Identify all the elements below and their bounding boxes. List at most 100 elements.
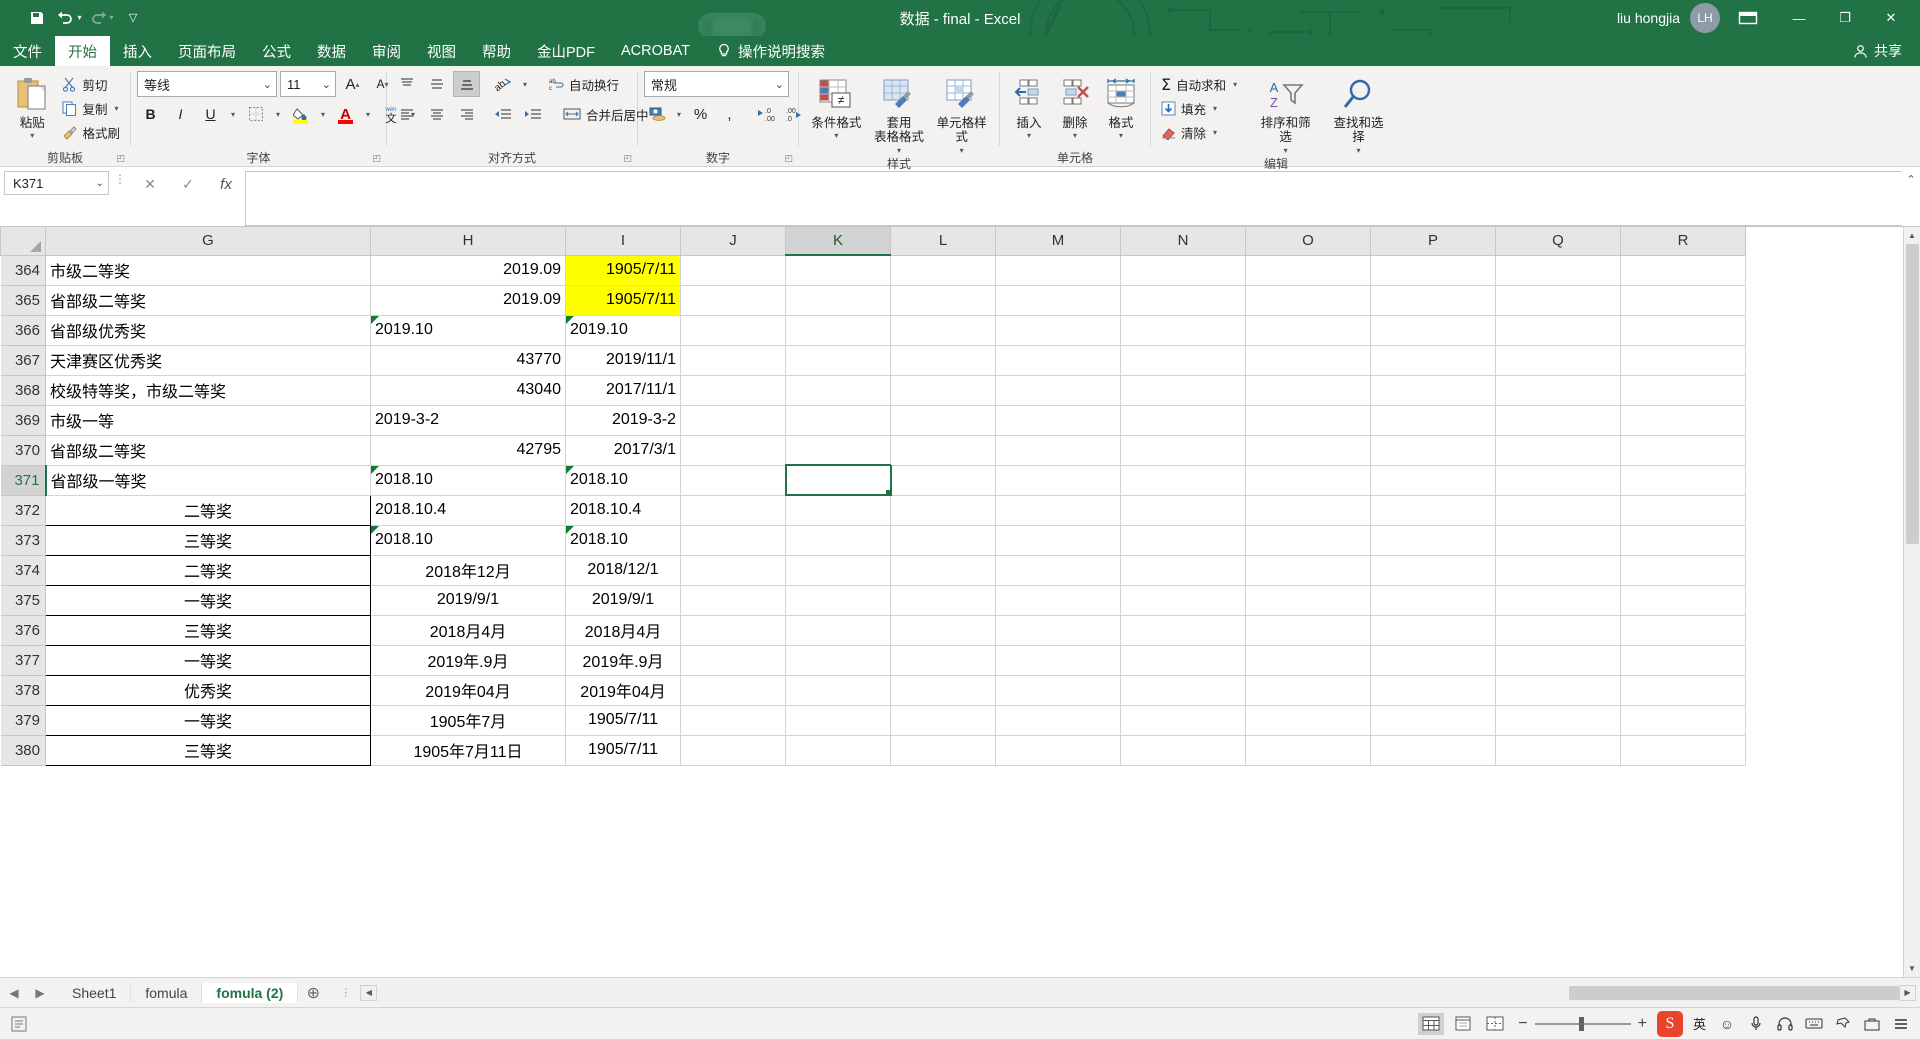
cell-O372[interactable] [1245, 494, 1371, 526]
cell-J369[interactable] [680, 404, 786, 436]
clear-button[interactable]: 清除 ▾ [1157, 121, 1241, 144]
cell-Q369[interactable] [1495, 404, 1621, 436]
column-header-M[interactable]: M [995, 227, 1121, 256]
row-header-365[interactable]: 365 [0, 284, 46, 316]
select-all-button[interactable] [0, 227, 46, 256]
page-break-view-icon[interactable] [1482, 1013, 1508, 1035]
cell-I378[interactable]: 2019年04月 [565, 674, 681, 706]
cell-H364[interactable]: 2019.09 [370, 254, 566, 286]
cell-Q376[interactable] [1495, 614, 1621, 646]
insert-cells-caret[interactable]: ▾ [1027, 131, 1031, 140]
cell-Q368[interactable] [1495, 374, 1621, 406]
menu-icon[interactable] [1890, 1013, 1912, 1035]
cell-M364[interactable] [995, 254, 1121, 286]
cell-P377[interactable] [1370, 644, 1496, 676]
cell-L374[interactable] [890, 554, 996, 586]
cell-N376[interactable] [1120, 614, 1246, 646]
cell-J364[interactable] [680, 254, 786, 286]
cell-K374[interactable] [785, 554, 891, 586]
cell-K372[interactable] [785, 494, 891, 526]
cell-Q366[interactable] [1495, 314, 1621, 346]
cell-I373[interactable]: 2018.10 [565, 524, 681, 556]
save-icon[interactable] [22, 5, 52, 31]
cell-M380[interactable] [995, 734, 1121, 766]
zoom-track[interactable] [1534, 1016, 1631, 1031]
cell-Q375[interactable] [1495, 584, 1621, 616]
cell-G376[interactable]: 三等奖 [45, 614, 371, 646]
cell-O376[interactable] [1245, 614, 1371, 646]
zoom-out-button[interactable]: − [1518, 1015, 1527, 1033]
cell-O366[interactable] [1245, 314, 1371, 346]
cell-L369[interactable] [890, 404, 996, 436]
cell-H365[interactable]: 2019.09 [370, 284, 566, 316]
cell-P371[interactable] [1370, 464, 1496, 496]
zoom-thumb[interactable] [1578, 1016, 1584, 1031]
cell-N368[interactable] [1120, 374, 1246, 406]
increase-decimal-icon[interactable]: .0.00 [751, 101, 778, 127]
cell-H377[interactable]: 2019年.9月 [370, 644, 566, 676]
row-header-373[interactable]: 373 [0, 524, 46, 556]
copy-dropdown-caret[interactable]: ▾ [115, 104, 119, 113]
tab-data[interactable]: 数据 [304, 36, 359, 66]
cell-L375[interactable] [890, 584, 996, 616]
row-header-375[interactable]: 375 [0, 584, 46, 616]
cell-I372[interactable]: 2018.10.4 [565, 494, 681, 526]
increase-font-size-icon[interactable]: A ▴ [339, 71, 366, 97]
worksheet-grid[interactable]: G H I J K L M N O P Q R 364 市级二等奖 2019.09 1 [0, 227, 1903, 977]
cell-M371[interactable] [995, 464, 1121, 496]
cell-G365[interactable]: 省部级二等奖 [45, 284, 371, 316]
cell-Q370[interactable] [1495, 434, 1621, 466]
row-header-366[interactable]: 366 [0, 314, 46, 346]
cell-R371[interactable] [1620, 464, 1746, 496]
cell-N375[interactable] [1120, 584, 1246, 616]
cell-G372[interactable]: 二等奖 [45, 494, 371, 526]
cell-Q378[interactable] [1495, 674, 1621, 706]
font-dialog-launcher[interactable]: ◰ [372, 153, 381, 164]
borders-dropdown-caret[interactable]: ▾ [272, 110, 284, 119]
bold-button[interactable]: B [137, 101, 164, 127]
cell-J375[interactable] [680, 584, 786, 616]
cell-Q365[interactable] [1495, 284, 1621, 316]
cell-R365[interactable] [1620, 284, 1746, 316]
tell-me-search[interactable]: 操作说明搜索 [717, 36, 825, 66]
cell-O378[interactable] [1245, 674, 1371, 706]
cell-N371[interactable] [1120, 464, 1246, 496]
cell-N364[interactable] [1120, 254, 1246, 286]
user-account-area[interactable]: liu hongjia LH — ❐ ✕ [1617, 0, 1920, 36]
delete-cells-caret[interactable]: ▾ [1073, 131, 1077, 140]
share-button[interactable]: 共享 [1853, 36, 1920, 66]
row-header-367[interactable]: 367 [0, 344, 46, 376]
cell-R376[interactable] [1620, 614, 1746, 646]
cell-H374[interactable]: 2018年12月 [370, 554, 566, 586]
cell-J365[interactable] [680, 284, 786, 316]
copy-button[interactable]: 复制 ▾ [58, 97, 124, 120]
cell-P369[interactable] [1370, 404, 1496, 436]
row-header-368[interactable]: 368 [0, 374, 46, 406]
cell-L380[interactable] [890, 734, 996, 766]
format-as-table-button[interactable]: 套用 表格格式 ▾ [868, 71, 931, 155]
cell-M372[interactable] [995, 494, 1121, 526]
cell-N374[interactable] [1120, 554, 1246, 586]
cell-N378[interactable] [1120, 674, 1246, 706]
cell-I374[interactable]: 2018/12/1 [565, 554, 681, 586]
tab-help[interactable]: 帮助 [469, 36, 524, 66]
emoji-icon[interactable]: ☺ [1716, 1013, 1738, 1035]
cell-H368[interactable]: 43040 [370, 374, 566, 406]
cell-R373[interactable] [1620, 524, 1746, 556]
cell-K377[interactable] [785, 644, 891, 676]
cell-I376[interactable]: 2018月4月 [565, 614, 681, 646]
borders-icon[interactable] [242, 101, 269, 127]
cell-I367[interactable]: 2019/11/1 [565, 344, 681, 376]
cell-Q379[interactable] [1495, 704, 1621, 736]
column-header-K[interactable]: K [785, 227, 891, 256]
accessibility-icon[interactable] [8, 1013, 30, 1035]
cell-H371[interactable]: 2018.10 [370, 464, 566, 496]
ribbon-display-options-icon[interactable] [1730, 3, 1766, 33]
delete-cells-button[interactable]: 删除 ▾ [1052, 71, 1098, 140]
scroll-split-handle[interactable]: ⋮ [332, 986, 360, 999]
accounting-format-icon[interactable] [644, 101, 671, 127]
underline-dropdown-caret[interactable]: ▾ [227, 110, 239, 119]
column-header-P[interactable]: P [1370, 227, 1496, 256]
cell-M376[interactable] [995, 614, 1121, 646]
cell-N379[interactable] [1120, 704, 1246, 736]
